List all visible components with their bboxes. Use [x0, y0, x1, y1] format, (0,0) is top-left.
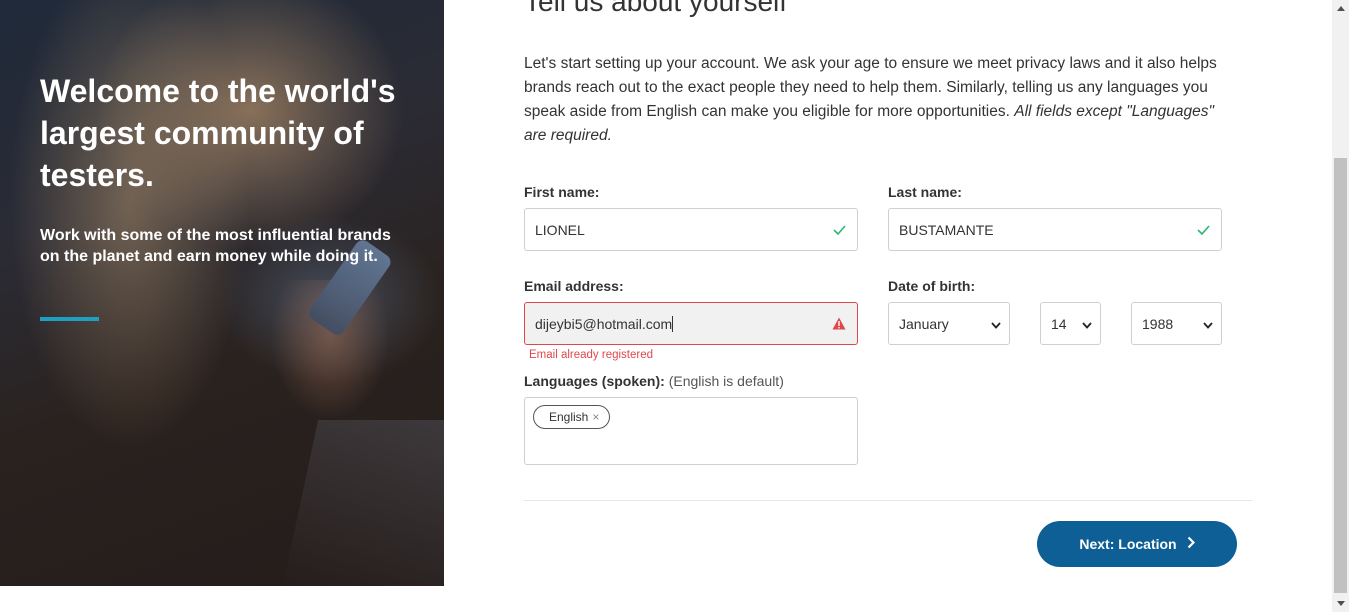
chevron-right-icon	[1187, 536, 1195, 552]
email-error-message: Email already registered	[529, 349, 654, 361]
next-location-button[interactable]: Next: Location	[1037, 521, 1237, 567]
email-field[interactable]: dijeybi5@hotmail.com	[524, 302, 858, 345]
hero-subtitle: Work with some of the most influential b…	[40, 227, 391, 265]
last-name-value: BUSTAMANTE	[899, 221, 994, 238]
remove-chip-icon[interactable]: ×	[592, 410, 599, 424]
scroll-up-arrow-icon[interactable]	[1332, 0, 1349, 17]
dob-day-value: 14	[1051, 315, 1067, 332]
hero-image-shadow	[281, 420, 444, 586]
hero-title: Welcome to the world's largest community…	[40, 73, 396, 193]
last-name-label: Last name:	[888, 184, 962, 200]
hero-accent-bar	[40, 317, 99, 321]
hero-panel: Welcome to the world's largest community…	[0, 0, 444, 586]
scroll-down-arrow-icon[interactable]	[1332, 595, 1349, 612]
text-caret	[672, 315, 674, 332]
languages-note: (English is default)	[668, 373, 784, 389]
first-name-field[interactable]: LIONEL	[524, 208, 858, 251]
languages-input[interactable]: English ×	[524, 397, 858, 465]
first-name-label: First name:	[524, 184, 600, 200]
form-heading: Tell us about yourself	[524, 0, 788, 17]
last-name-field[interactable]: BUSTAMANTE	[888, 208, 1222, 251]
check-icon	[831, 222, 847, 238]
dob-month-select[interactable]: January	[888, 302, 1010, 345]
language-chip: English ×	[533, 405, 611, 429]
warning-icon	[831, 316, 847, 332]
languages-label-text: Languages (spoken):	[524, 373, 665, 389]
check-icon	[1195, 222, 1211, 238]
form-divider	[524, 500, 1252, 501]
dob-year-select[interactable]: 1988	[1131, 302, 1222, 345]
languages-label: Languages (spoken): (English is default)	[524, 373, 784, 389]
scrollbar-thumb[interactable]	[1334, 158, 1347, 593]
dob-day-select[interactable]: 14	[1040, 302, 1101, 345]
email-value: dijeybi5@hotmail.com	[535, 315, 674, 332]
page-scrollbar[interactable]	[1332, 0, 1349, 612]
form-intro: Let's start setting up your account. We …	[524, 52, 1234, 148]
chevron-down-icon	[991, 316, 1001, 332]
dob-label: Date of birth:	[888, 278, 976, 294]
dob-month-value: January	[899, 315, 949, 332]
dob-year-value: 1988	[1142, 315, 1174, 332]
chevron-down-icon	[1203, 316, 1213, 332]
chevron-down-icon	[1082, 316, 1092, 332]
language-chip-label: English	[549, 410, 589, 424]
next-button-label: Next: Location	[1079, 536, 1177, 552]
first-name-value: LIONEL	[535, 221, 585, 238]
email-label: Email address:	[524, 278, 624, 294]
